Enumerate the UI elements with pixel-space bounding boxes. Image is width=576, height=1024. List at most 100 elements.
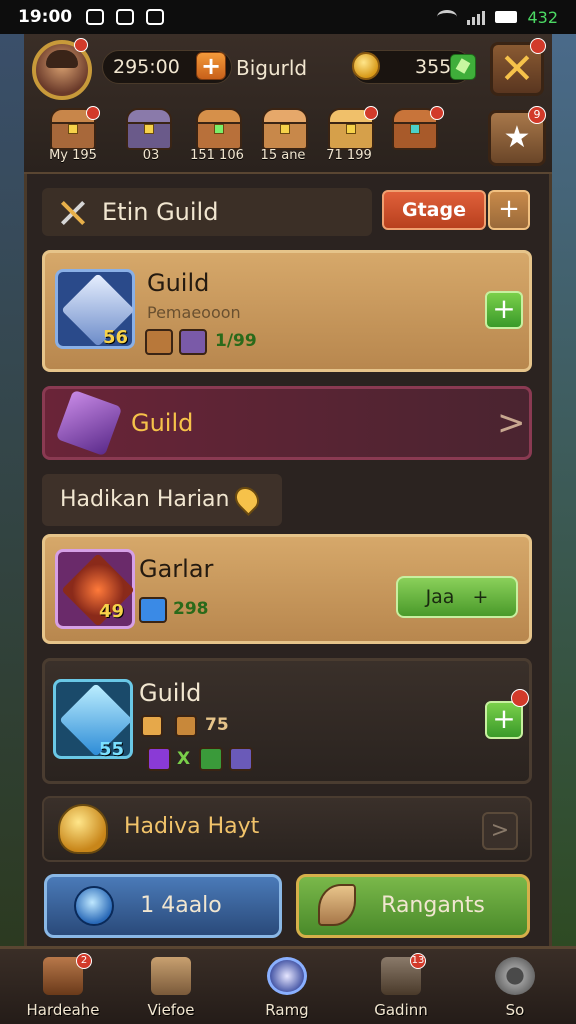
nav-item-viefoe[interactable]: Viefoe [116, 953, 226, 1024]
join-button[interactable]: Jaa + [396, 576, 518, 618]
chest-lid [126, 108, 172, 124]
guild-card-1-subtitle: Pemaeooon [147, 303, 241, 322]
garlar-title: Garlar [139, 555, 214, 583]
gold-coin-icon [352, 52, 380, 80]
stage-button[interactable]: Gtage [382, 190, 486, 230]
rankings-label: Rangants [381, 893, 485, 918]
guild-card-1[interactable]: 56 Guild Pemaeooon 1/99 + [42, 250, 532, 372]
scroll-mini-icon [179, 329, 207, 355]
signal-icon [467, 9, 486, 25]
nav-badge-4: 13 [410, 953, 426, 969]
guild-card-2-count: 75 [205, 715, 229, 735]
green-mini-icon [199, 747, 223, 771]
nav-item-ramg[interactable]: Ramg [232, 953, 342, 1024]
chest-6-badge [430, 106, 444, 120]
nav-item-gadinn[interactable]: 13 Gadinn [346, 953, 456, 1024]
notification-icon [86, 9, 105, 25]
chest-lock-icon [346, 124, 356, 134]
purple-gem-icon [55, 389, 123, 457]
purple-mini-icon [147, 747, 171, 771]
nav-label-5: So [505, 1001, 525, 1019]
status-time: 19:00 [18, 7, 73, 27]
stage-add-button[interactable]: + [488, 190, 530, 230]
background-right [552, 34, 576, 954]
daily-reward-row[interactable] [42, 796, 532, 862]
crate-mini-icon [175, 715, 197, 737]
nav-item-hardeahe[interactable]: 2 Hardeahe [8, 953, 118, 1024]
chest-lock-icon [280, 124, 290, 134]
gear-icon [495, 957, 535, 995]
chest-lock-icon [144, 124, 154, 134]
nav-label-3: Ramg [265, 1001, 309, 1019]
chest-1-badge [86, 106, 100, 120]
nav-item-settings[interactable]: So [460, 953, 570, 1024]
add-currency-button[interactable]: + [196, 52, 226, 80]
guild-card-1-title: Guild [147, 269, 210, 297]
battery-text: 432 [527, 7, 558, 27]
chest-lid [262, 108, 308, 124]
notification-icon-2 [116, 9, 135, 25]
close-badge [530, 38, 546, 54]
left-action-label: 1 4aalo [140, 893, 222, 918]
guild-label: Bigurld [236, 56, 308, 80]
background-left [0, 34, 26, 954]
chest-5-label: 71 199 [326, 148, 372, 163]
crate-icon [151, 957, 191, 995]
guild-banner-title: Guild [131, 409, 194, 437]
chest-1-label: My 195 [49, 148, 97, 163]
gold-value: 355 [415, 56, 452, 78]
guild-card-1-add-button[interactable]: + [485, 291, 523, 329]
guild-card-1-progress: 1/99 [215, 331, 257, 351]
guild-header: Etin Guild [42, 188, 372, 236]
compass-icon [267, 957, 307, 995]
bottom-nav: 2 Hardeahe Viefoe Ramg 13 Gadinn So [0, 946, 576, 1024]
blue-mini-icon [139, 597, 167, 623]
add-gem-button[interactable] [450, 54, 476, 80]
guild-card-2-title: Guild [139, 679, 202, 707]
wifi-icon [437, 10, 458, 24]
garlar-value: 298 [173, 599, 209, 619]
chest-4[interactable] [260, 108, 310, 152]
chest-5-badge [364, 106, 378, 120]
chest-lock-icon [214, 124, 224, 134]
chest-3-label: 151 106 [190, 148, 244, 163]
guild-banner[interactable]: Guild > [42, 386, 532, 460]
battery-icon [495, 11, 518, 23]
nav-label-4: Gadinn [374, 1001, 428, 1019]
guild-card-2-multiplier: X [177, 749, 191, 769]
garlar-level: 49 [99, 601, 125, 622]
chest-lock-icon [410, 124, 420, 134]
favorites-badge: 9 [528, 106, 546, 124]
chest-3[interactable] [194, 108, 244, 152]
chevron-right-icon: > [497, 403, 526, 443]
crystal-level: 56 [103, 327, 129, 348]
join-label: Jaa [425, 586, 455, 608]
chest-2-label: 03 [142, 148, 160, 163]
guild-card-2[interactable]: 55 Guild 75 X + [42, 658, 532, 784]
gold-mini-icon [141, 715, 163, 737]
join-plus: + [472, 586, 489, 608]
nav-label-1: Hardeahe [26, 1001, 100, 1019]
currency-value: 295:00 [113, 56, 180, 78]
guild-card-2-level: 55 [99, 739, 125, 760]
chest-mini-icon [145, 329, 173, 355]
nav-badge-1: 2 [76, 953, 92, 969]
chest-4-label: 15 ane [260, 148, 306, 163]
chest-lock-icon [68, 124, 78, 134]
game-screen: 19:00 432 295:00 + Bigurld 355 ✕ My 195 … [0, 0, 576, 1024]
crossed-swords-icon [58, 198, 88, 228]
gold-shield-icon [58, 804, 108, 854]
avatar-badge [74, 38, 88, 52]
chest-2[interactable] [124, 108, 174, 152]
image-icon [146, 9, 165, 25]
blue-orb-icon [74, 886, 114, 926]
status-bar: 19:00 432 [0, 0, 576, 34]
daily-title: Hadiva Hayt [124, 814, 260, 839]
guild-card-2-badge [511, 689, 529, 707]
chest-lid [196, 108, 242, 124]
avatar-hair [46, 50, 78, 68]
daily-chevron-button[interactable]: > [482, 812, 518, 850]
sword-mini-icon [229, 747, 253, 771]
guild-header-title: Etin Guild [102, 198, 219, 226]
nav-label-2: Viefoe [147, 1001, 195, 1019]
